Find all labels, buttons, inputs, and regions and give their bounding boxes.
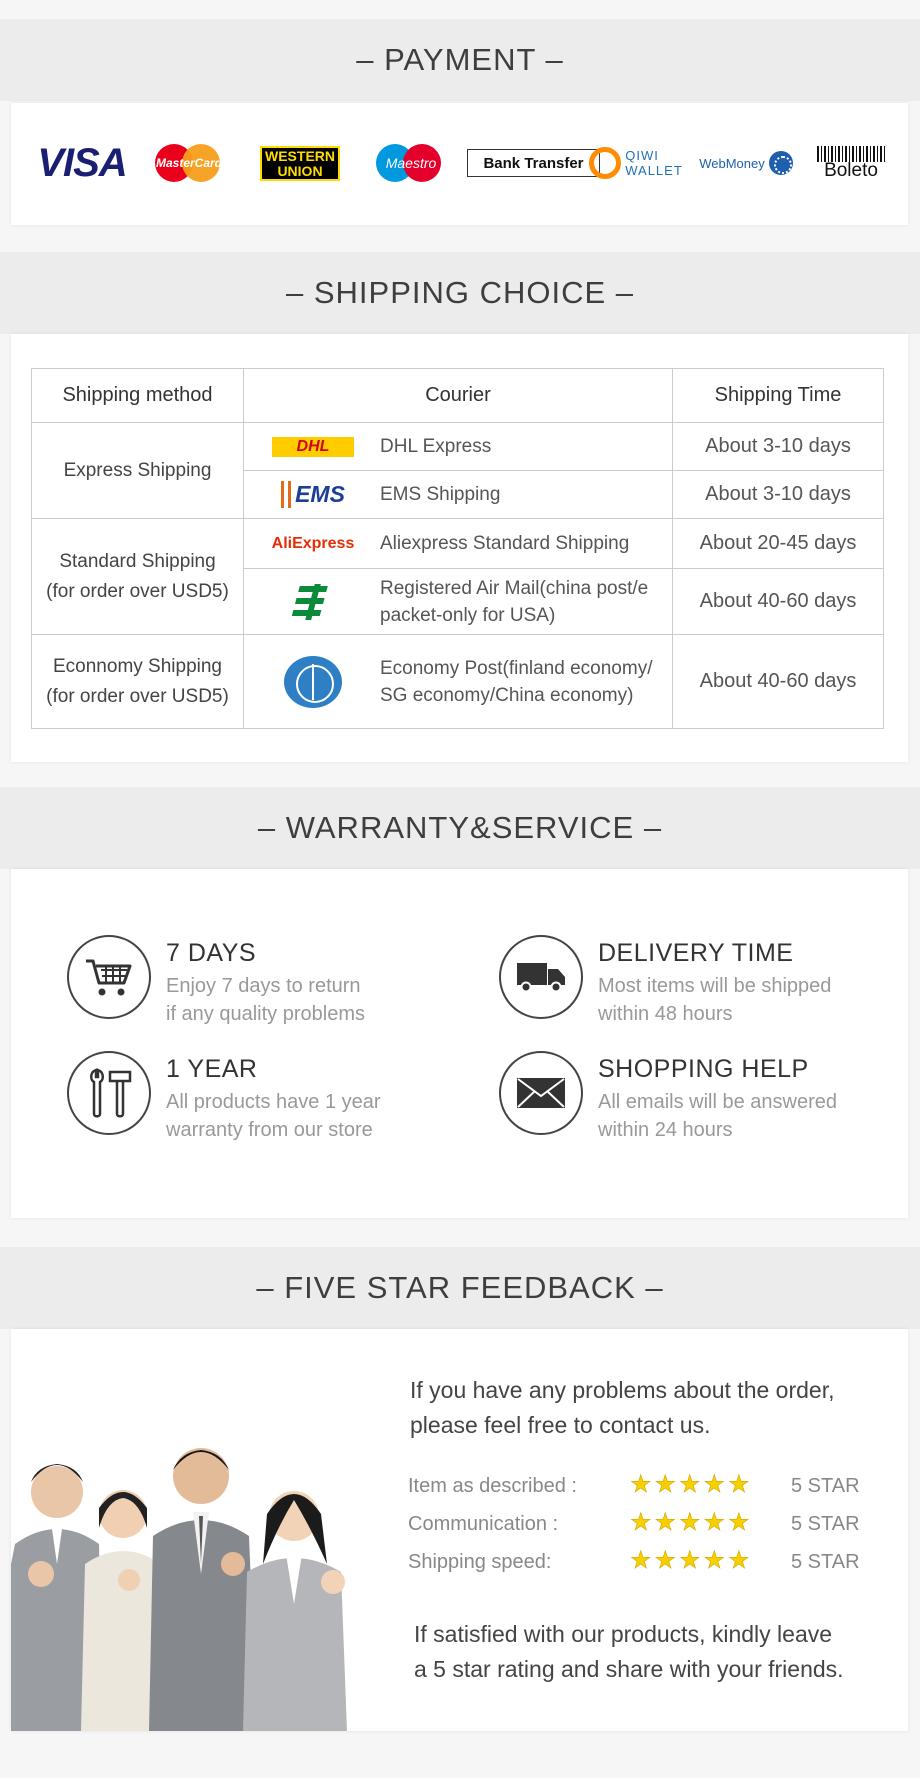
feedback-intro: If you have any problems about the order… [410, 1377, 835, 1438]
time-cell: About 40-60 days [672, 568, 884, 635]
time-cell: About 3-10 days [672, 422, 884, 471]
delivery-truck-icon [499, 935, 583, 1019]
courier-cell: Registered Air Mail(china post/e packet-… [243, 568, 673, 635]
table-header-row: Shipping method Courier Shipping Time [31, 368, 884, 423]
rating-row: Item as described : ★ ★ ★ ★ ★ 5 STAR [408, 1471, 860, 1499]
bank-transfer-logo: Bank Transfer [467, 149, 600, 177]
col-shipping-time: Shipping Time [672, 368, 884, 423]
time-cell: About 20-45 days [672, 518, 884, 569]
feedback-outro: If satisfied with our products, kindly l… [414, 1621, 844, 1682]
feedback-section-header: – FIVE STAR FEEDBACK – [0, 1247, 920, 1329]
feedback-title: – FIVE STAR FEEDBACK – [256, 1270, 664, 1305]
shipping-section-header: – SHIPPING CHOICE – [0, 252, 920, 334]
time-cell: About 3-10 days [672, 470, 884, 519]
courier-cell: Economy Post(finland economy/ SG economy… [243, 634, 673, 729]
courier-cell: EMS EMS Shipping [243, 470, 673, 519]
warranty-title: – WARRANTY&SERVICE – [257, 810, 663, 845]
warranty-item-7-days: 7 DAYS Enjoy 7 days to return if any qual… [67, 935, 447, 1035]
tools-icon [67, 1051, 151, 1135]
globe-icon [768, 151, 793, 175]
mastercard-logo: MasterCard [155, 139, 223, 187]
payment-title: – PAYMENT – [356, 42, 564, 77]
aliexpress-logo: AliExpress [271, 534, 355, 552]
shipping-card: Shipping method Courier Shipping Time Ex… [11, 334, 908, 762]
dhl-logo: DHL [272, 436, 354, 457]
table-row: Standard Shipping (for order over USD5) … [31, 518, 884, 635]
warranty-item-delivery: DELIVERY TIME Most items will be shipped… [499, 935, 879, 1035]
method-express: Express Shipping [31, 422, 244, 519]
courier-cell: AliExpress Aliexpress Standard Shipping [243, 518, 673, 569]
feedback-card: If you have any problems about the order… [11, 1329, 908, 1731]
shipping-table: Shipping method Courier Shipping Time Ex… [31, 368, 884, 729]
warranty-item-1-year: 1 YEAR All products have 1 year warranty … [67, 1051, 447, 1151]
china-post-icon [293, 582, 333, 622]
payment-section-header: – PAYMENT – [0, 19, 920, 101]
method-economy: Econnomy Shipping (for order over USD5) [31, 634, 244, 729]
shopping-cart-icon [67, 935, 151, 1019]
team-photo [11, 1448, 347, 1731]
qiwi-wallet-logo: QIWI WALLET [586, 139, 686, 187]
col-courier: Courier [243, 368, 673, 423]
warranty-item-shopping-help: SHOPPING HELP All emails will be answere… [499, 1051, 879, 1151]
shipping-title: – SHIPPING CHOICE – [285, 275, 635, 310]
webmoney-logo: WebMoney [691, 139, 801, 187]
warranty-section-header: – WARRANTY&SERVICE – [0, 787, 920, 869]
boleto-logo: Boleto [815, 139, 887, 187]
rating-row: Shipping speed: ★ ★ ★ ★ ★ 5 STAR [408, 1547, 860, 1575]
table-row: Econnomy Shipping (for order over USD5) … [31, 634, 884, 729]
table-row: Express Shipping DHL DHL Express About 3… [31, 422, 884, 519]
un-emblem-icon [284, 655, 342, 708]
time-cell: About 40-60 days [672, 634, 884, 729]
envelope-icon [499, 1051, 583, 1135]
star-rating: ★ ★ ★ ★ ★ [630, 1471, 750, 1499]
rating-row: Communication : ★ ★ ★ ★ ★ 5 STAR [408, 1509, 860, 1537]
ems-logo: EMS [281, 481, 345, 508]
payment-logos-card: VISA MasterCard WESTERN UNION Maestro Ba… [11, 103, 908, 225]
courier-cell: DHL DHL Express [243, 422, 673, 471]
warranty-card: 7 DAYS Enjoy 7 days to return if any qual… [11, 869, 908, 1218]
western-union-logo: WESTERN UNION [260, 146, 340, 181]
star-rating: ★ ★ ★ ★ ★ [630, 1547, 750, 1575]
col-shipping-method: Shipping method [31, 368, 244, 423]
visa-logo: VISA [37, 140, 127, 185]
star-rating: ★ ★ ★ ★ ★ [630, 1509, 750, 1537]
method-standard: Standard Shipping (for order over USD5) [31, 518, 244, 635]
maestro-logo: Maestro [376, 139, 446, 187]
